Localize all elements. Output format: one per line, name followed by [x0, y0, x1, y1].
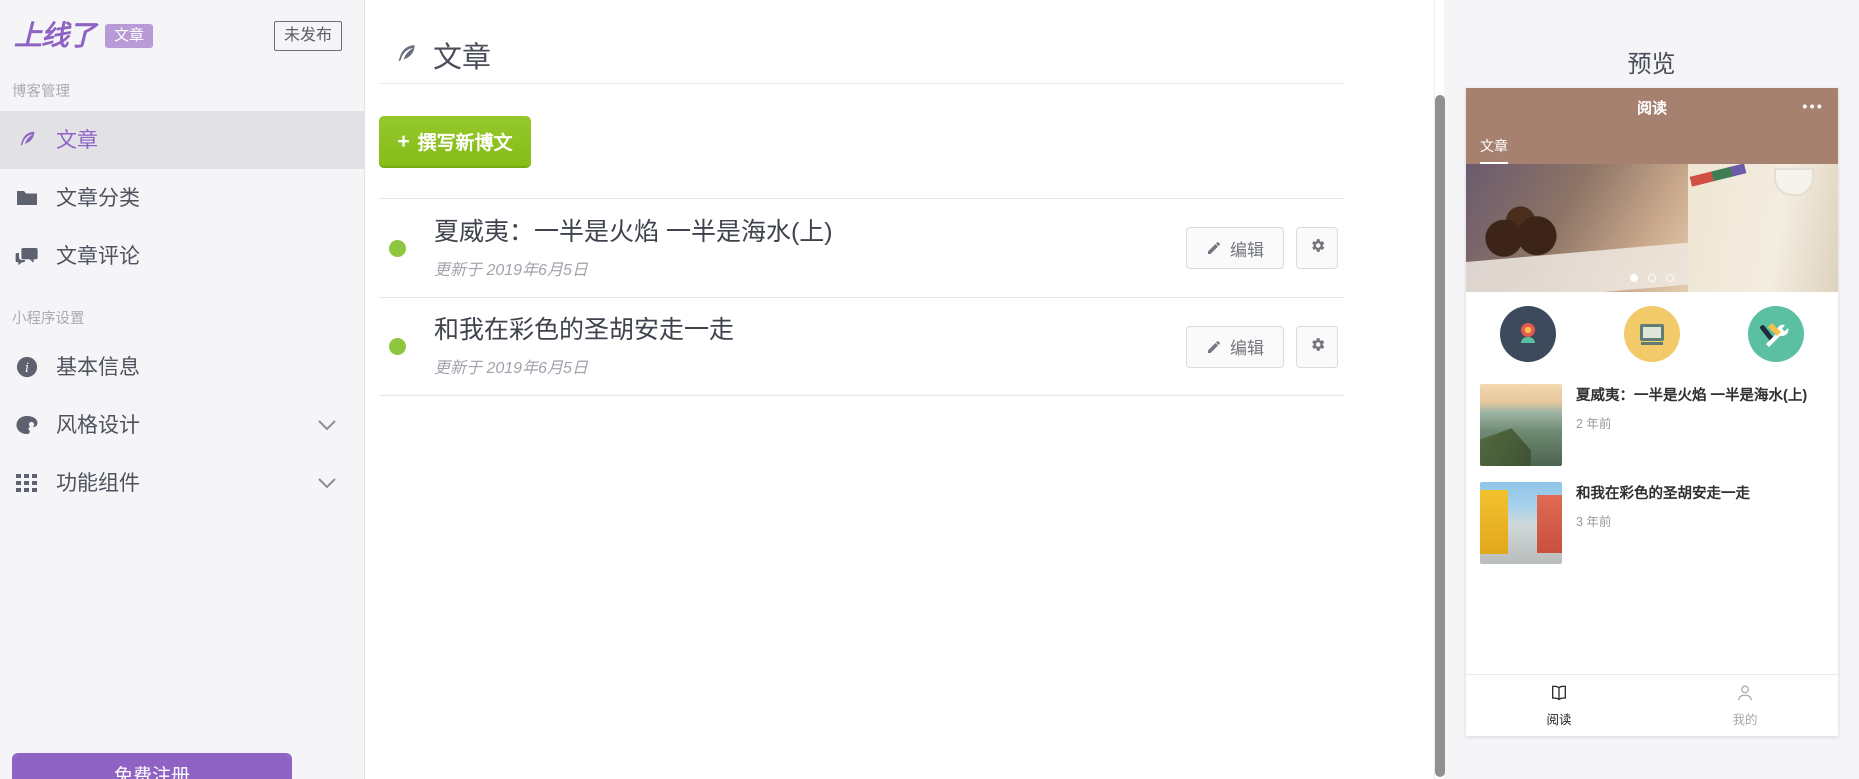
settings-button[interactable]: [1296, 227, 1338, 269]
sidebar-item-basic-info[interactable]: i 基本信息: [0, 338, 364, 396]
status-badge: [389, 338, 406, 355]
article-thumbnail: [1480, 384, 1562, 466]
grid-icon: [10, 470, 44, 496]
sidebar-item-label: 文章: [56, 128, 98, 152]
phone-bottom-nav: 阅读 我的: [1466, 674, 1838, 736]
sidebar-item-label: 基本信息: [56, 355, 140, 379]
tv-icon[interactable]: [1624, 306, 1680, 362]
main-content: 文章 + 撰写新博文 夏威夷：一半是火焰 一半是海水(上) 更新于 2019年6…: [365, 0, 1444, 779]
feather-icon: [10, 127, 44, 153]
hero-book: [1688, 164, 1838, 292]
quick-icons-row: [1466, 292, 1838, 376]
post-updated-at: 更新于 2019年6月5日: [434, 360, 588, 377]
edit-button-label: 编辑: [1230, 240, 1264, 260]
sidebar-item-components[interactable]: 功能组件: [0, 454, 364, 512]
sidebar-item-label: 文章分类: [56, 186, 140, 210]
settings-button[interactable]: [1296, 325, 1338, 368]
post-updated-at: 更新于 2019年6月5日: [434, 261, 588, 279]
post-title[interactable]: 和我在彩色的圣胡安走一走: [434, 315, 1186, 345]
article-time: 2 年前: [1576, 417, 1612, 432]
edit-button[interactable]: 编辑: [1186, 227, 1284, 269]
article-texts: 和我在彩色的圣胡安走一走 3 年前: [1576, 482, 1824, 564]
bottom-nav-label: 阅读: [1546, 712, 1572, 727]
folder-icon: [10, 185, 44, 211]
sidebar: 上线了 文章 未发布 博客管理 文章 文章分类 文章评论 小程序设置 i 基本信…: [0, 0, 365, 779]
sidebar-item-comments[interactable]: 文章评论: [0, 227, 364, 285]
publish-status-badge[interactable]: 未发布: [273, 21, 342, 51]
palette-icon: [10, 412, 44, 438]
hero-carousel[interactable]: [1466, 164, 1838, 292]
post-title[interactable]: 夏威夷：一半是火焰 一半是海水(上): [434, 217, 1186, 247]
phone-topbar-title: 阅读: [1636, 99, 1667, 117]
row-actions: 编辑: [1186, 227, 1338, 269]
row-actions: 编辑: [1186, 325, 1338, 368]
carousel-dot[interactable]: [1630, 274, 1638, 282]
page-title: 文章: [433, 41, 492, 74]
list-item[interactable]: 和我在彩色的圣胡安走一走 3 年前: [1466, 474, 1838, 572]
sidebar-item-label: 风格设计: [56, 413, 140, 437]
edit-button-label: 编辑: [1230, 339, 1264, 358]
brand-badge: 文章: [105, 23, 154, 49]
article-texts: 夏威夷：一半是火焰 一半是海水(上) 2 年前: [1576, 384, 1824, 466]
scrollbar-thumb[interactable]: [1435, 95, 1445, 777]
sidebar-group-miniapp-label: 小程序设置: [12, 311, 85, 327]
edit-button[interactable]: 编辑: [1186, 325, 1284, 368]
list-item[interactable]: 夏威夷：一半是火焰 一半是海水(上) 2 年前: [1466, 376, 1838, 474]
article-title: 和我在彩色的圣胡安走一走: [1576, 486, 1750, 502]
post-info: 夏威夷：一半是火焰 一半是海水(上) 更新于 2019年6月5日: [434, 217, 1186, 280]
article-list: 夏威夷：一半是火焰 一半是海水(上) 2 年前 和我在彩色的圣胡安走一走 3 年…: [1466, 376, 1838, 674]
bottom-nav-mine[interactable]: 我的: [1652, 675, 1838, 736]
tab-articles[interactable]: 文章: [1480, 136, 1508, 164]
post-list: 夏威夷：一半是火焰 一半是海水(上) 更新于 2019年6月5日 编辑 和我在彩…: [379, 198, 1344, 396]
preview-panel: 预览 阅读 ••• 文章 夏威夷：一半是火焰 一半是海水(上) 2 年前 和我在…: [1444, 0, 1859, 779]
bottom-nav-read[interactable]: 阅读: [1466, 675, 1652, 736]
sidebar-cta-button[interactable]: 免费注册: [12, 753, 292, 779]
phone-topbar: 阅读 •••: [1466, 88, 1838, 126]
new-post-button[interactable]: + 撰写新博文: [379, 116, 531, 168]
table-row[interactable]: 和我在彩色的圣胡安走一走 更新于 2019年6月5日 编辑: [379, 297, 1344, 396]
plus-icon: +: [397, 129, 410, 153]
post-info: 和我在彩色的圣胡安走一走 更新于 2019年6月5日: [434, 315, 1186, 378]
comment-icon: [10, 243, 44, 269]
gear-icon: [1309, 237, 1326, 259]
phone-tabbar: 文章: [1466, 126, 1838, 164]
article-title: 夏威夷：一半是火焰 一半是海水(上): [1576, 388, 1808, 404]
carousel-dot[interactable]: [1666, 274, 1674, 282]
sidebar-item-articles[interactable]: 文章: [0, 111, 364, 169]
carousel-dots: [1630, 274, 1674, 282]
pencil-icon: [1206, 240, 1222, 256]
carousel-dot[interactable]: [1648, 274, 1656, 282]
svg-text:i: i: [25, 361, 29, 376]
article-time: 3 年前: [1576, 515, 1612, 530]
sidebar-item-label: 功能组件: [56, 471, 140, 495]
sidebar-group-blog-label: 博客管理: [12, 84, 70, 100]
info-icon: i: [10, 354, 44, 380]
person-icon: [1735, 684, 1755, 705]
phone-mockup: 阅读 ••• 文章 夏威夷：一半是火焰 一半是海水(上) 2 年前 和我在彩色的…: [1466, 88, 1838, 736]
pencil-icon: [1206, 339, 1222, 355]
status-badge: [389, 239, 406, 257]
more-icon[interactable]: •••: [1802, 100, 1824, 115]
book-icon: [1549, 684, 1569, 705]
table-row[interactable]: 夏威夷：一半是火焰 一半是海水(上) 更新于 2019年6月5日 编辑: [379, 198, 1344, 297]
bottom-nav-label: 我的: [1732, 712, 1758, 727]
new-post-button-label: 撰写新博文: [417, 132, 513, 154]
preview-title: 预览: [1627, 51, 1676, 78]
page-header: 文章: [379, 0, 1344, 84]
feather-icon: [393, 42, 419, 68]
hero-muffins: [1480, 206, 1572, 268]
sidebar-item-label: 文章评论: [56, 244, 140, 268]
sidebar-item-categories[interactable]: 文章分类: [0, 169, 364, 227]
flower-icon[interactable]: [1500, 306, 1556, 362]
article-thumbnail: [1480, 482, 1562, 564]
tools-icon[interactable]: [1748, 306, 1804, 362]
chevron-down-icon[interactable]: [318, 477, 336, 489]
app-root: 上线了 文章 未发布 博客管理 文章 文章分类 文章评论 小程序设置 i 基本信…: [0, 0, 1859, 779]
gear-icon: [1309, 336, 1326, 358]
sidebar-item-style-design[interactable]: 风格设计: [0, 396, 364, 454]
sidebar-header: 上线了 文章 未发布: [0, 0, 364, 72]
chevron-down-icon[interactable]: [318, 419, 336, 431]
main-scrollbar[interactable]: [1434, 0, 1445, 779]
brand-logo[interactable]: 上线了: [14, 22, 96, 50]
